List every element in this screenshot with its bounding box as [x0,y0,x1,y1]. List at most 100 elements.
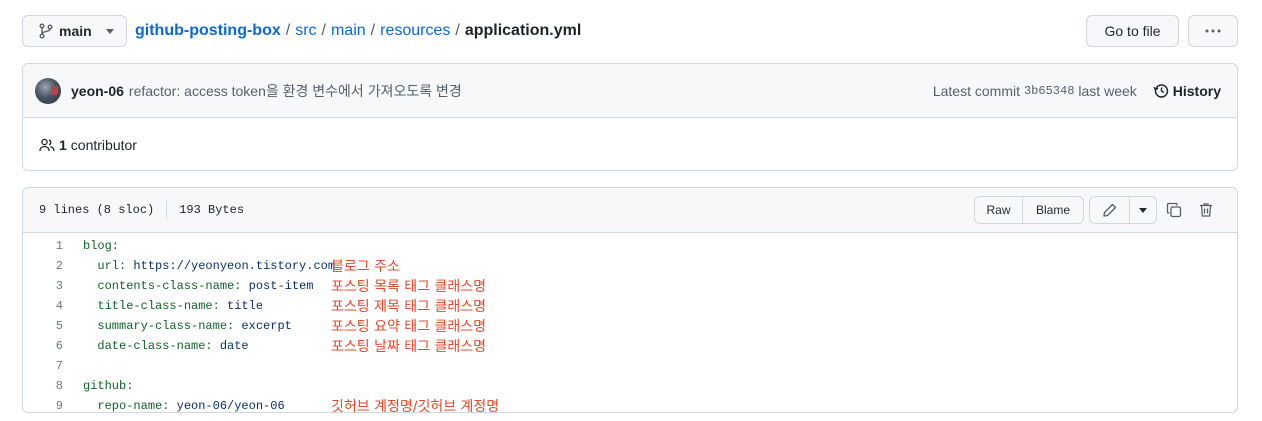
breadcrumb-repo-link[interactable]: github-posting-box [135,22,281,40]
annotation-note: 블로그 주소 [331,259,400,275]
edit-button[interactable] [1090,197,1130,223]
raw-button[interactable]: Raw [975,197,1023,223]
breadcrumb-separator: / [370,22,376,39]
file-size: 193 Bytes [179,203,245,217]
history-icon [1153,83,1168,98]
breadcrumb-separator: / [285,22,291,39]
branch-selector[interactable]: main [22,15,127,47]
annotation-note: 포스팅 제목 태그 클래스명 [331,299,487,315]
breadcrumb: github-posting-box / src / main / resour… [135,22,581,40]
code-text: date-class-name: date [83,339,331,353]
branch-name: main [59,23,92,39]
code-line: 9 repo-name: yeon-06/yeon-06 깃허브 계정명/깃허브 … [23,396,1237,413]
latest-commit-label: Latest commit [932,82,1020,99]
line-number[interactable]: 3 [23,279,63,293]
copy-icon [1166,202,1182,218]
line-number[interactable]: 9 [23,399,63,412]
yaml-value: title [219,299,264,313]
pencil-icon [1102,203,1116,217]
avatar[interactable] [35,77,61,104]
code-line: 2 url: https://yeonyeon.tistory.com 블로그 주… [23,256,1237,276]
annotation-note: 깃허브 계정명/깃허브 계정명 [331,399,500,413]
file-header: 9 lines (8 sloc) 193 Bytes Raw Blame [23,188,1237,233]
commit-author-link[interactable]: yeon-06 [71,83,124,99]
file-lines-info: 9 lines (8 sloc) [39,203,155,217]
contributor-count: 1 [59,136,67,153]
yaml-value: date [212,339,249,353]
contributors-row[interactable]: 1 contributor [23,118,1237,171]
yaml-key: github: [83,379,134,393]
commit-meta: Latest commit 3b65348 last week History [933,83,1221,99]
line-number[interactable]: 1 [23,239,63,253]
code-text: url: https://yeonyeon.tistory.com [83,259,335,273]
yaml-key: title-class-name: [97,299,220,313]
breadcrumb-src-link[interactable]: src [295,22,316,40]
code-line: 7 [23,356,1237,376]
header-divider [166,201,168,219]
annotation-note: 포스팅 날짜 태그 클래스명 [331,339,487,355]
more-options-button[interactable] [1188,15,1238,47]
edit-options-dropdown[interactable] [1130,197,1156,223]
code-line: 5 summary-class-name: excerpt 포스팅 요약 태그 클… [23,316,1237,336]
latest-commit-box: yeon-06 refactor: access token을 환경 변수에서 … [22,63,1238,171]
line-number[interactable]: 8 [23,379,63,393]
file-viewer: 9 lines (8 sloc) 193 Bytes Raw Blame 1 b… [22,187,1238,413]
edit-group [1089,196,1157,224]
history-link[interactable]: History [1153,83,1221,99]
caret-down-icon [106,28,114,34]
code-line: 6 date-class-name: date 포스팅 날짜 태그 클래스명 [23,336,1237,356]
code-text: summary-class-name: excerpt [83,319,331,333]
breadcrumb-resources-link[interactable]: resources [380,22,450,40]
annotation-note: 포스팅 요약 태그 클래스명 [331,319,487,335]
breadcrumb-separator: / [455,22,460,39]
code-view: 1 blog: 2 url: https://yeonyeon.tistory.co… [23,233,1237,413]
delete-file-button[interactable] [1191,196,1221,224]
yaml-value: post-item [241,279,314,293]
breadcrumb-main-link[interactable]: main [331,22,366,40]
line-number[interactable]: 5 [23,319,63,333]
latest-commit-row: yeon-06 refactor: access token을 환경 변수에서 … [23,64,1237,118]
blame-button[interactable]: Blame [1023,197,1083,223]
code-text: blog: [83,239,331,253]
code-text: repo-name: yeon-06/yeon-06 [83,399,331,413]
file-actions: Raw Blame [974,196,1221,224]
line-number[interactable]: 2 [23,259,63,273]
yaml-key: url: [97,259,127,273]
yaml-key: summary-class-name: [97,319,235,333]
line-number[interactable]: 7 [23,359,63,373]
caret-down-icon [1139,207,1147,213]
yaml-key: repo-name: [97,399,170,413]
code-text: github: [83,379,331,393]
line-number[interactable]: 6 [23,339,63,353]
code-line: 8 github: [23,376,1237,396]
commit-sha-link[interactable]: 3b65348 [1024,84,1074,98]
copy-raw-button[interactable] [1159,196,1189,224]
yaml-key: contents-class-name: [97,279,242,293]
history-label: History [1172,82,1221,99]
file-path-bar: main github-posting-box / src / main / r… [22,15,1238,47]
go-to-file-button[interactable]: Go to file [1086,15,1179,47]
code-text: title-class-name: title [83,299,331,313]
code-line: 3 contents-class-name: post-item 포스팅 목록 태… [23,276,1237,296]
annotation-note: 포스팅 목록 태그 클래스명 [331,279,487,295]
commit-message-link[interactable]: refactor: access token을 환경 변수에서 가져오도록 변경 [129,81,462,101]
people-icon [39,138,55,151]
code-line: 4 title-class-name: title 포스팅 제목 태그 클래스명 [23,296,1237,316]
line-number[interactable]: 4 [23,299,63,313]
kebab-horizontal-icon [1205,29,1221,33]
yaml-key: date-class-name: [97,339,213,353]
yaml-key: blog: [83,239,120,253]
code-text: contents-class-name: post-item [83,279,331,293]
yaml-value: https://yeonyeon.tistory.com [126,259,336,273]
breadcrumb-separator: / [321,22,326,39]
code-line: 1 blog: [23,236,1237,256]
trash-icon [1200,203,1212,217]
yaml-value: excerpt [234,319,292,333]
raw-blame-group: Raw Blame [974,196,1084,224]
yaml-value: yeon-06/yeon-06 [169,399,285,413]
breadcrumb-file-name: application.yml [464,22,582,39]
